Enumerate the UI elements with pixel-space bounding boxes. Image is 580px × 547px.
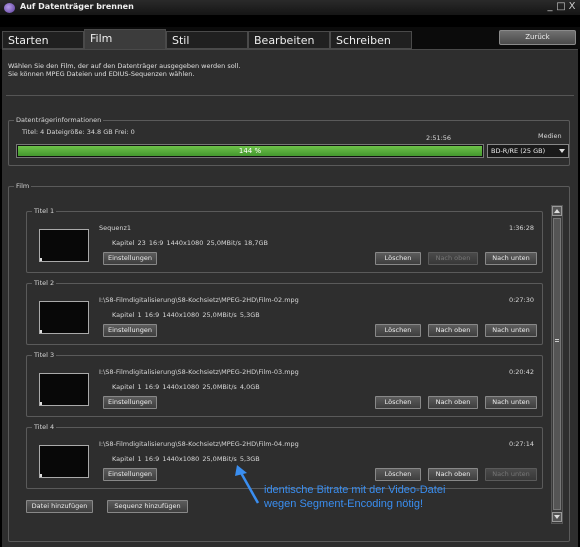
scroll-down-button[interactable] bbox=[552, 512, 562, 522]
settings-button[interactable]: Einstellungen bbox=[103, 252, 157, 265]
grip-icon bbox=[555, 339, 559, 342]
app-icon bbox=[4, 3, 15, 13]
title-source: I:\S8-Filmdigitalisierung\S8-Kochsietz\M… bbox=[99, 296, 299, 304]
title-specs: Kapitel 23 16:9 1440x1080 25,0MBit/s 18,… bbox=[112, 239, 268, 247]
move-up-button[interactable]: Nach oben bbox=[428, 396, 478, 409]
delete-button[interactable]: Löschen bbox=[375, 252, 421, 265]
media-select[interactable]: BD-R/RE (25 GB) bbox=[487, 144, 569, 158]
chevron-down-icon bbox=[559, 149, 565, 153]
description-line-2: Sie können MPEG Dateien und EDIUS-Sequen… bbox=[8, 70, 195, 78]
move-down-button[interactable]: Nach unten bbox=[485, 324, 537, 337]
title-duration: 1:36:28 bbox=[508, 224, 534, 232]
title-source: I:\S8-Filmdigitalisierung\S8-Kochsietz\M… bbox=[99, 440, 299, 448]
divider bbox=[6, 95, 574, 96]
add-sequence-button[interactable]: Sequenz hinzufügen bbox=[107, 500, 188, 513]
annotation-arrow-icon bbox=[235, 465, 260, 504]
title-legend: Titel 2 bbox=[32, 279, 57, 287]
capacity-bar: 144 % bbox=[16, 144, 484, 158]
delete-button[interactable]: Löschen bbox=[375, 468, 421, 481]
title-item: Titel 2 I:\S8-Filmdigitalisierung\S8-Koc… bbox=[26, 279, 543, 345]
video-thumbnail bbox=[39, 229, 89, 262]
description-line-1: Wählen Sie den Film, der auf den Datentr… bbox=[8, 62, 241, 70]
title-legend: Titel 1 bbox=[32, 207, 57, 215]
media-label: Medien bbox=[538, 132, 562, 140]
video-thumbnail bbox=[39, 373, 89, 406]
delete-button[interactable]: Löschen bbox=[375, 324, 421, 337]
move-down-button[interactable]: Nach unten bbox=[485, 252, 537, 265]
tab-starten[interactable]: Starten bbox=[2, 31, 84, 49]
tab-stil[interactable]: Stil bbox=[166, 31, 248, 49]
title-duration: 0:27:14 bbox=[508, 440, 534, 448]
close-icon[interactable]: X bbox=[566, 1, 578, 12]
video-thumbnail bbox=[39, 445, 89, 478]
add-file-button[interactable]: Datei hinzufügen bbox=[26, 500, 93, 513]
title-specs: Kapitel 1 16:9 1440x1080 25,0MBit/s 5,3G… bbox=[112, 455, 260, 463]
film-legend: Film bbox=[14, 182, 32, 190]
tab-bar: Starten Film Stil Bearbeiten Schreiben bbox=[0, 27, 580, 49]
settings-button[interactable]: Einstellungen bbox=[103, 324, 157, 337]
title-specs: Kapitel 1 16:9 1440x1080 25,0MBit/s 5,3G… bbox=[112, 311, 260, 319]
tab-bearbeiten[interactable]: Bearbeiten bbox=[248, 31, 330, 49]
window-titlebar: Auf Datenträger brennen _ □ X bbox=[0, 0, 580, 16]
capacity-percent: 144 % bbox=[238, 147, 262, 155]
move-up-button[interactable]: Nach oben bbox=[428, 468, 478, 481]
scroll-up-button[interactable] bbox=[552, 206, 562, 216]
title-item: Titel 3 I:\S8-Filmdigitalisierung\S8-Koc… bbox=[26, 351, 543, 417]
disc-info-group: Datenträgerinformationen bbox=[8, 116, 570, 166]
annotation-note: identische Bitrate mit der Video-Datei w… bbox=[264, 484, 446, 510]
title-source: Sequenz1 bbox=[99, 224, 132, 232]
tab-film[interactable]: Film bbox=[84, 29, 166, 49]
title-item: Titel 1 Sequenz1 1:36:28 Kapitel 23 16:9… bbox=[26, 207, 543, 273]
title-duration: 0:27:30 bbox=[508, 296, 534, 304]
title-duration: 0:20:42 bbox=[508, 368, 534, 376]
media-select-value: BD-R/RE (25 GB) bbox=[491, 147, 546, 155]
arrow-up-icon bbox=[554, 209, 560, 213]
disc-summary: Titel: 4 Dateigröße: 34.8 GB Frei: 0 bbox=[22, 128, 135, 136]
delete-button[interactable]: Löschen bbox=[375, 396, 421, 409]
back-button[interactable]: Zurück bbox=[499, 30, 576, 45]
title-legend: Titel 3 bbox=[32, 351, 57, 359]
description: Wählen Sie den Film, der auf den Datentr… bbox=[8, 62, 240, 78]
arrow-down-icon bbox=[554, 515, 560, 519]
scrollbar-thumb[interactable] bbox=[553, 218, 561, 510]
title-source: I:\S8-Filmdigitalisierung\S8-Kochsietz\M… bbox=[99, 368, 299, 376]
window-title: Auf Datenträger brennen bbox=[20, 2, 134, 11]
disc-info-legend: Datenträgerinformationen bbox=[14, 116, 104, 124]
move-up-button[interactable]: Nach oben bbox=[428, 252, 478, 265]
move-down-button[interactable]: Nach unten bbox=[485, 468, 537, 481]
video-thumbnail bbox=[39, 301, 89, 334]
move-up-button[interactable]: Nach oben bbox=[428, 324, 478, 337]
title-item: Titel 4 I:\S8-Filmdigitalisierung\S8-Koc… bbox=[26, 423, 543, 489]
disc-duration: 2:51:56 bbox=[426, 134, 452, 142]
move-down-button[interactable]: Nach unten bbox=[485, 396, 537, 409]
title-specs: Kapitel 1 16:9 1440x1080 25,0MBit/s 4,0G… bbox=[112, 383, 260, 391]
settings-button[interactable]: Einstellungen bbox=[103, 468, 157, 481]
settings-button[interactable]: Einstellungen bbox=[103, 396, 157, 409]
title-legend: Titel 4 bbox=[32, 423, 57, 431]
tab-schreiben[interactable]: Schreiben bbox=[330, 31, 412, 49]
